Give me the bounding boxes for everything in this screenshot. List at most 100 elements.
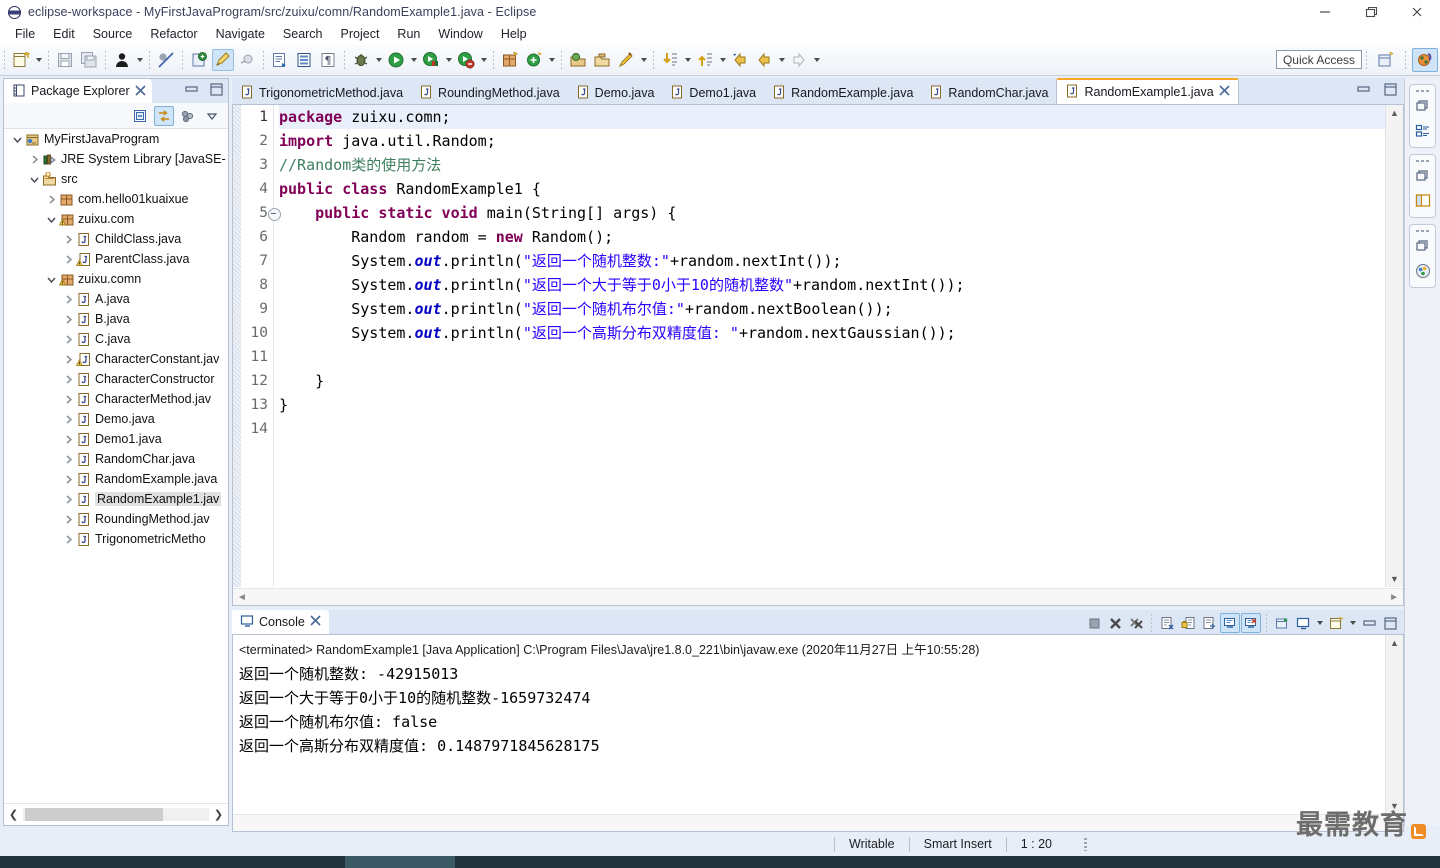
chevron-right-icon[interactable] — [61, 474, 75, 485]
taskbar-active-item[interactable] — [345, 856, 455, 868]
code-line[interactable]: } — [279, 369, 1385, 393]
chevron-down-icon[interactable] — [10, 134, 24, 145]
toggle-mark-occurrences-icon[interactable] — [293, 49, 315, 71]
scroll-left-icon[interactable]: ❮ — [4, 805, 23, 824]
debug-icon[interactable] — [350, 49, 372, 71]
scroll-lock-icon[interactable] — [1178, 613, 1198, 633]
profile-dropdown-arrow[interactable] — [478, 49, 489, 71]
code-line[interactable]: System.out.println("返回一个高斯分布双精度值: "+rand… — [279, 321, 1385, 345]
show-console-on-error-icon[interactable] — [1241, 613, 1261, 633]
tree-item[interactable]: ParentClass.java — [4, 249, 228, 269]
chevron-right-icon[interactable] — [61, 354, 75, 365]
chevron-down-icon[interactable] — [202, 106, 222, 126]
tree-item[interactable]: zuixu.com — [4, 209, 228, 229]
chevron-right-icon[interactable] — [44, 194, 58, 205]
editor-tab-active[interactable]: RandomExample1.java — [1056, 78, 1239, 104]
minimize-icon[interactable] — [1359, 613, 1379, 633]
drag-handle[interactable] — [1410, 88, 1435, 93]
chevron-right-icon[interactable] — [61, 334, 75, 345]
back-icon[interactable] — [729, 49, 751, 71]
scroll-left-icon[interactable]: ◄ — [237, 592, 247, 603]
debug-person-dropdown-arrow[interactable] — [134, 49, 145, 71]
save-icon[interactable] — [54, 49, 76, 71]
save-all-icon[interactable] — [78, 49, 100, 71]
tree-item[interactable]: src — [4, 169, 228, 189]
pencil-dropdown-arrow[interactable] — [638, 49, 649, 71]
collapse-all-icon[interactable] — [130, 106, 150, 126]
drag-handle[interactable] — [1410, 228, 1435, 233]
chevron-right-icon[interactable] — [61, 514, 75, 525]
open-folder-icon[interactable] — [591, 49, 613, 71]
chevron-right-icon[interactable] — [61, 314, 75, 325]
maximize-icon[interactable] — [1380, 613, 1400, 633]
minimize-icon[interactable] — [1302, 0, 1348, 24]
tree-item[interactable]: CharacterConstructor — [4, 369, 228, 389]
tree-item[interactable]: zuixu.comn — [4, 269, 228, 289]
search-icon[interactable] — [567, 49, 589, 71]
chevron-right-icon[interactable] — [61, 434, 75, 445]
new-class-dropdown-arrow[interactable] — [546, 49, 557, 71]
forward-dropdown-arrow[interactable] — [811, 49, 822, 71]
open-console-icon[interactable] — [1326, 613, 1346, 633]
chevron-right-icon[interactable] — [61, 234, 75, 245]
project-tree[interactable]: MyFirstJavaProgram JRE System Library [Ja… — [4, 129, 228, 803]
open-perspective-icon[interactable] — [1373, 48, 1399, 72]
restore-icon[interactable] — [1410, 164, 1436, 188]
tree-item[interactable]: CharacterConstant.jav — [4, 349, 228, 369]
chevron-down-icon[interactable] — [44, 274, 58, 285]
profile-icon[interactable] — [455, 49, 477, 71]
menu-run[interactable]: Run — [388, 25, 429, 43]
editor-tab[interactable]: TrigonometricMethod.java — [232, 82, 411, 104]
maximize-icon[interactable] — [1383, 82, 1398, 100]
remove-launch-icon[interactable] — [1105, 613, 1125, 633]
tree-item[interactable]: RandomExample.java — [4, 469, 228, 489]
outline-view-icon[interactable] — [1410, 119, 1436, 143]
tree-item[interactable]: Demo1.java — [4, 429, 228, 449]
debug-dropdown-arrow[interactable] — [373, 49, 384, 71]
package-explorer-hscrollbar[interactable]: ❮ ❯ — [4, 803, 228, 825]
forward-icon[interactable] — [788, 49, 810, 71]
tree-item[interactable]: C.java — [4, 329, 228, 349]
show-whitespace-icon[interactable]: ¶ — [317, 49, 339, 71]
tree-item[interactable]: ChildClass.java — [4, 229, 228, 249]
editor-tab[interactable]: RandomChar.java — [921, 82, 1056, 104]
new-icon[interactable] — [10, 49, 32, 71]
tree-item[interactable]: RandomChar.java — [4, 449, 228, 469]
editor-tab[interactable]: Demo.java — [568, 82, 663, 104]
chevron-down-icon[interactable] — [1314, 612, 1325, 634]
run-dropdown-arrow[interactable] — [408, 49, 419, 71]
restore-icon[interactable] — [1410, 94, 1436, 118]
code-line[interactable]: System.out.println("返回一个随机布尔值:"+random.n… — [279, 297, 1385, 321]
new-package-icon[interactable] — [499, 49, 521, 71]
console-view-icon[interactable] — [1410, 259, 1436, 283]
tree-item[interactable]: JRE System Library [JavaSE- — [4, 149, 228, 169]
code-line[interactable]: import java.util.Random; — [279, 129, 1385, 153]
menu-refactor[interactable]: Refactor — [141, 25, 206, 43]
maximize-icon[interactable] — [1348, 0, 1394, 24]
forward-nav-icon[interactable] — [753, 49, 775, 71]
open-type-icon[interactable] — [269, 49, 291, 71]
show-console-on-output-icon[interactable] — [1220, 613, 1240, 633]
menu-help[interactable]: Help — [492, 25, 536, 43]
code-line[interactable]: Random random = new Random(); — [279, 225, 1385, 249]
view-menu-icon[interactable] — [178, 106, 198, 126]
scroll-up-icon[interactable]: ▲ — [1386, 635, 1403, 651]
code-line[interactable] — [279, 417, 1385, 441]
code-line[interactable]: public class RandomExample1 { — [279, 177, 1385, 201]
new-java-class-icon[interactable] — [188, 49, 210, 71]
tree-item[interactable]: A.java — [4, 289, 228, 309]
skip-breakpoints-icon[interactable] — [155, 49, 177, 71]
chevron-down-icon[interactable] — [1347, 612, 1358, 634]
previous-annotation-icon[interactable] — [694, 49, 716, 71]
annotate-icon[interactable] — [212, 48, 234, 71]
chevron-right-icon[interactable] — [61, 254, 75, 265]
toggle-icon[interactable] — [236, 49, 258, 71]
quick-access-input[interactable]: Quick Access — [1275, 50, 1362, 69]
run-icon[interactable] — [385, 49, 407, 71]
code-line[interactable]: System.out.println("返回一个大于等于0小于10的随机整数"+… — [279, 273, 1385, 297]
clear-console-icon[interactable] — [1157, 613, 1177, 633]
chevron-down-icon[interactable] — [44, 214, 58, 225]
code-line[interactable]: package zuixu.comn; — [279, 105, 1385, 129]
pin-console-icon[interactable] — [1272, 613, 1292, 633]
package-explorer-tab[interactable]: Package Explorer — [4, 79, 152, 103]
